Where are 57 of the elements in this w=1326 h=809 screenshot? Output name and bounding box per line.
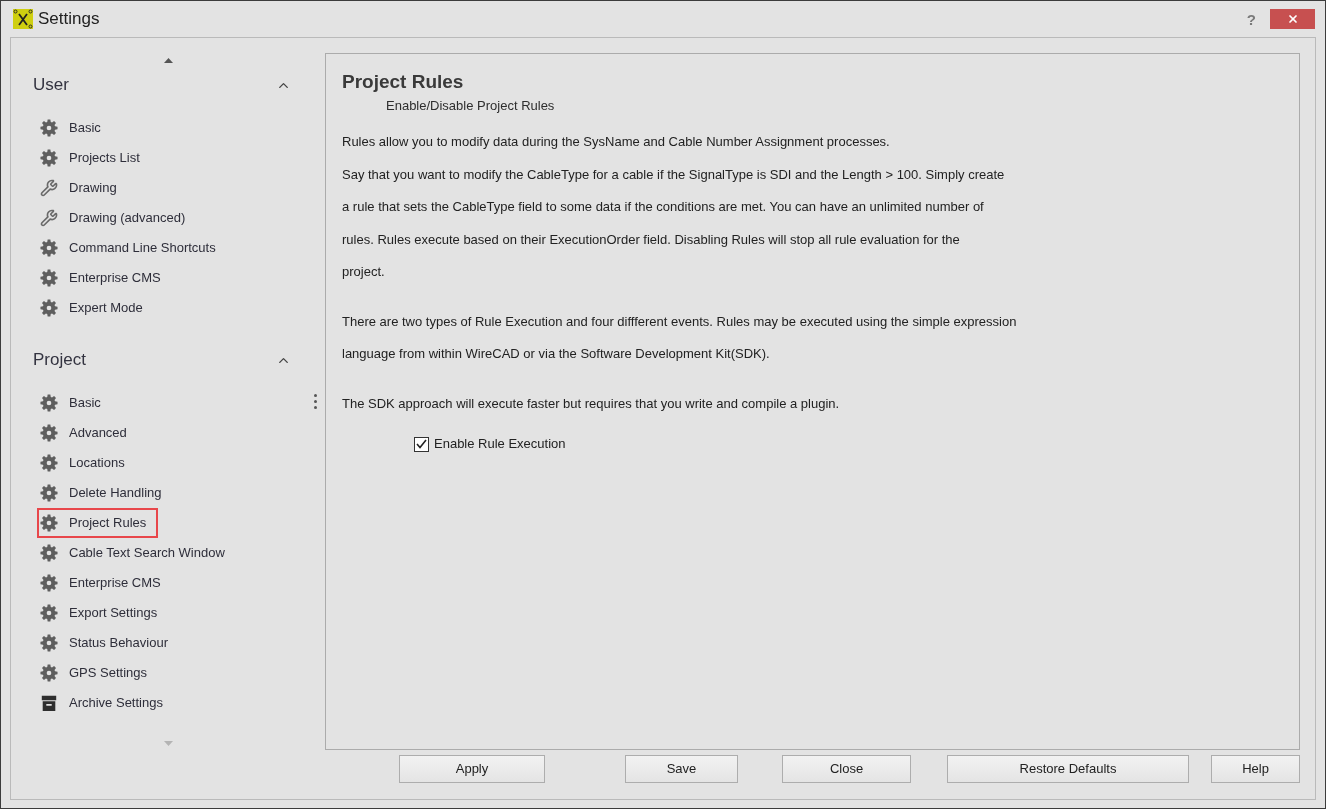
gear-icon — [40, 269, 58, 287]
description-paragraph: The SDK approach will execute faster but requires that you write and compile a plugin. — [342, 394, 840, 413]
archive-box-icon — [40, 694, 58, 712]
wrench-icon — [40, 209, 58, 227]
gear-icon — [40, 664, 58, 682]
page-title: Project Rules — [342, 71, 464, 93]
gear-icon — [40, 544, 58, 562]
dialog-button[interactable]: Apply — [399, 755, 545, 783]
gear-icon — [40, 574, 58, 592]
sidebar-item[interactable]: Locations — [37, 448, 137, 478]
sidebar-item[interactable]: Archive Settings — [37, 688, 175, 718]
sidebar-item[interactable]: Enterprise CMS — [37, 263, 173, 293]
dialog-button[interactable]: Restore Defaults — [947, 755, 1189, 783]
gear-icon — [40, 119, 58, 137]
sidebar-item[interactable]: Project Rules — [37, 508, 159, 538]
description-paragraph: There are two types of Rule Execution and four diffferent events. Rules may be executed using the simple expression language from within WireCAD or via the Software Development Kit(SDK). — [342, 312, 1017, 363]
gear-icon — [40, 604, 58, 622]
gear-icon — [40, 484, 58, 502]
sidebar-item[interactable]: Command Line Shortcuts — [37, 233, 228, 263]
gear-icon — [40, 394, 58, 412]
wrench-icon — [40, 179, 58, 197]
gear-icon — [40, 454, 58, 472]
gear-icon — [40, 634, 58, 652]
gear-icon — [40, 424, 58, 442]
checkbox-label[interactable]: Enable Rule Execution — [434, 434, 566, 454]
checkmark-icon — [416, 439, 427, 449]
section-header: User — [33, 74, 69, 97]
app-logo-icon — [13, 9, 33, 29]
scroll-up-icon[interactable] — [163, 58, 173, 63]
sidebar-item[interactable]: Status Behaviour — [37, 628, 180, 658]
sidebar-item[interactable]: Basic — [37, 113, 113, 143]
description-paragraph: Rules allow you to modify data during the SysName and Cable Number Assignment processes. Say that you want to modify the CableType for a cable if the SignalType is SDI and the Length > 100. Simply create a rule that sets the CableType field to some data if the conditions are met. You can have an unlimited number of rules. Rules execute based on their ExecutionOrder field. Disabling Rules will stop all rule evaluation for the project. — [342, 133, 1005, 281]
window-title: Settings — [38, 8, 100, 31]
dialog-button[interactable]: Close — [782, 755, 911, 783]
sidebar-item[interactable]: Export Settings — [37, 598, 170, 628]
sidebar-item[interactable]: Delete Handling — [37, 478, 174, 508]
close-button[interactable] — [1270, 9, 1315, 29]
sidebar-item[interactable]: Expert Mode — [37, 293, 155, 323]
sidebar-item[interactable]: Drawing (advanced) — [37, 203, 198, 233]
checkbox[interactable] — [414, 436, 429, 452]
sidebar-item[interactable]: GPS Settings — [37, 658, 160, 688]
splitter-dots-icon[interactable] — [314, 394, 317, 409]
sidebar-item[interactable]: Projects List — [37, 143, 152, 173]
sidebar-item[interactable]: Enterprise CMS — [37, 568, 173, 598]
sidebar-item[interactable]: Advanced — [37, 418, 139, 448]
gear-icon — [40, 149, 58, 167]
close-icon — [1286, 13, 1299, 25]
page-subtitle: Enable/Disable Project Rules — [386, 97, 555, 115]
gear-icon — [40, 299, 58, 317]
section-header: Project — [33, 349, 86, 372]
sidebar-item[interactable]: Cable Text Search Window — [37, 538, 237, 568]
gear-icon — [40, 239, 58, 257]
dialog-button[interactable]: Help — [1211, 755, 1300, 783]
sidebar-item[interactable]: Drawing — [37, 173, 129, 203]
dialog-button[interactable]: Save — [625, 755, 738, 783]
sidebar-item[interactable]: Basic — [37, 388, 113, 418]
gear-icon — [40, 514, 58, 532]
